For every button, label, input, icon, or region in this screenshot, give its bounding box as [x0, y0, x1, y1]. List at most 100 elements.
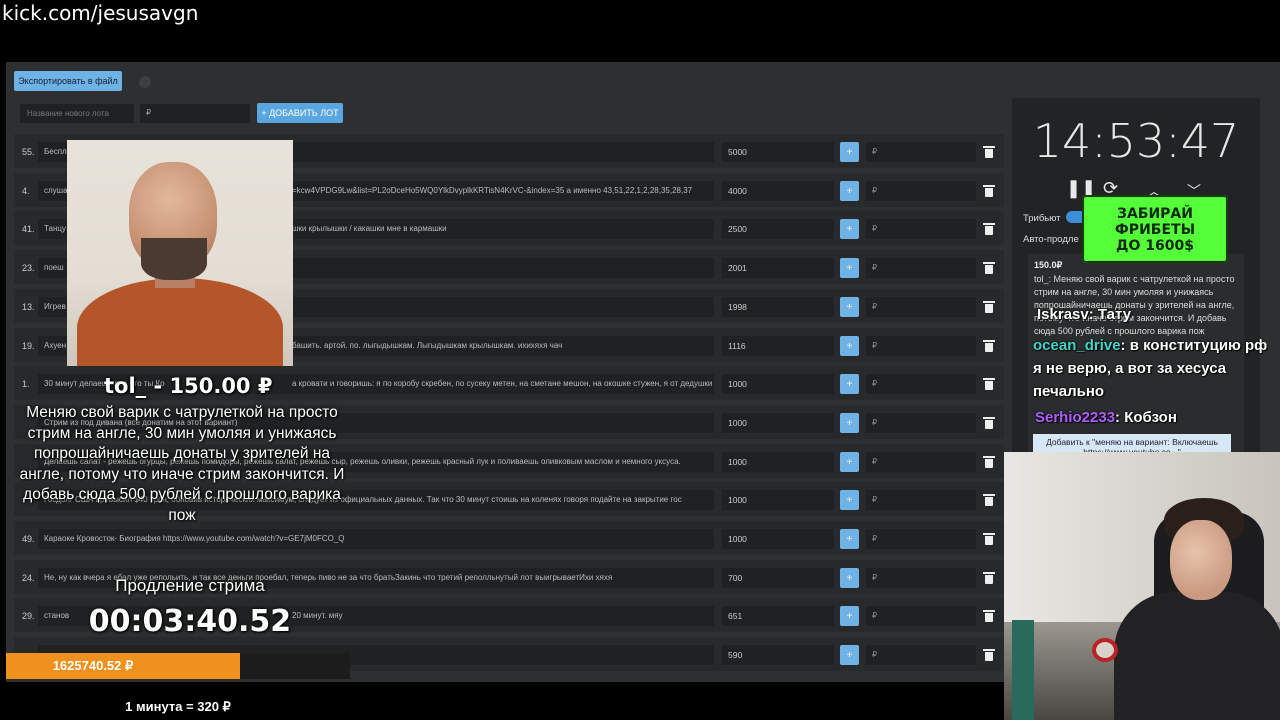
- lot-number: 29.: [22, 611, 35, 621]
- trash-icon[interactable]: [983, 571, 995, 585]
- promo-line-1: ЗАБИРАЙ: [1117, 206, 1193, 222]
- promo-line-2: ФРИБЕТЫ: [1114, 222, 1196, 238]
- lot-name-tail: =kcw4VPDG9Lw&list=PL2oDceHo5WQ0YlkDvyplk…: [292, 186, 693, 195]
- chat-text: : Тату: [1088, 306, 1132, 323]
- lot-add-amount-input[interactable]: ₽: [866, 568, 976, 588]
- export-button[interactable]: Экспортировать в файл: [14, 71, 122, 91]
- lot-add-amount-input[interactable]: ₽: [866, 297, 976, 317]
- lot-name-tail: башить. артой. по. лыгыдышкам. Лыгыдышка…: [292, 341, 563, 350]
- add-amount-button[interactable]: +: [840, 452, 859, 472]
- lot-amount-field[interactable]: 1000: [722, 413, 834, 433]
- lot-number: 41.: [22, 224, 35, 234]
- lot-amount-field[interactable]: 700: [722, 568, 834, 588]
- promo-line-3: ДО 1600$: [1116, 238, 1194, 254]
- lot-add-amount-input[interactable]: ₽: [866, 452, 976, 472]
- lot-add-amount-input[interactable]: ₽: [866, 258, 976, 278]
- trash-icon[interactable]: [983, 532, 995, 546]
- lot-add-amount-input[interactable]: ₽: [866, 413, 976, 433]
- lot-name-text: Танцу: [44, 224, 66, 233]
- tribute-label: Трибьют: [1023, 213, 1061, 224]
- add-amount-button[interactable]: +: [840, 606, 859, 626]
- lot-amount-field[interactable]: 2001: [722, 258, 834, 278]
- streamer-webcam-overlay: [67, 140, 293, 366]
- lot-number: 19.: [22, 341, 35, 351]
- trash-icon[interactable]: [983, 493, 995, 507]
- add-amount-button[interactable]: +: [840, 219, 859, 239]
- chat-nick: Serhio2233: [1035, 409, 1116, 426]
- lot-name-text: Караоке Кровосток- Биография https://www…: [44, 534, 345, 543]
- lot-number: 24.: [22, 573, 35, 583]
- add-lot-button[interactable]: + ДОБАВИТЬ ЛОТ: [257, 103, 343, 123]
- lot-number: 49.: [22, 534, 35, 544]
- lot-amount-field[interactable]: 1000: [722, 490, 834, 510]
- lot-amount-field[interactable]: 590: [722, 645, 834, 665]
- trash-icon[interactable]: [983, 377, 995, 391]
- chat-nick: Iskrasv: [1037, 306, 1089, 323]
- lot-add-amount-input[interactable]: ₽: [866, 374, 976, 394]
- add-amount-button[interactable]: +: [840, 490, 859, 510]
- add-amount-button[interactable]: +: [840, 645, 859, 665]
- lot-amount-field[interactable]: 1000: [722, 374, 834, 394]
- lot-add-amount-input[interactable]: ₽: [866, 529, 976, 549]
- lot-number: 13.: [22, 302, 35, 312]
- trash-icon[interactable]: [983, 222, 995, 236]
- trash-icon[interactable]: [983, 416, 995, 430]
- status-dot: [139, 76, 151, 88]
- lot-add-amount-input[interactable]: ₽: [866, 219, 976, 239]
- lot-name-text: Игрев: [44, 302, 66, 311]
- donation-total-amount: 1625740.52 ₽: [52, 658, 134, 673]
- lot-add-amount-input[interactable]: ₽: [866, 490, 976, 510]
- add-amount-button[interactable]: +: [840, 258, 859, 278]
- donation-alert-title: tol_ - 150.00 ₽: [104, 374, 273, 398]
- lot-amount-field[interactable]: 5000: [722, 142, 834, 162]
- add-amount-button[interactable]: +: [840, 142, 859, 162]
- lot-number: 1.: [22, 379, 30, 389]
- chat-text: : Кобзон: [1115, 409, 1177, 426]
- new-lot-price-input[interactable]: ₽: [140, 104, 250, 123]
- add-amount-button[interactable]: +: [840, 297, 859, 317]
- add-amount-button[interactable]: +: [840, 181, 859, 201]
- lot-number: 23.: [22, 263, 35, 273]
- extension-label: Продление стрима: [115, 576, 265, 595]
- chat-message: Iskrasv: Тату: [1037, 306, 1131, 323]
- trash-icon[interactable]: [983, 145, 995, 159]
- lot-number: 55.: [22, 147, 35, 157]
- lot-name-tail: шки крылышки / какашки мне в кармашки: [292, 224, 447, 233]
- trash-icon[interactable]: [983, 300, 995, 314]
- donation-card-price: 150.0₽: [1034, 260, 1063, 270]
- trash-icon[interactable]: [983, 261, 995, 275]
- lot-name-text: станов: [44, 611, 70, 620]
- lot-name-field[interactable]: Караоке Кровосток- Биография https://www…: [38, 529, 714, 549]
- add-to-variant-button[interactable]: Добавить к "меняю на вариант: Включаешь …: [1033, 434, 1231, 457]
- add-amount-button[interactable]: +: [840, 336, 859, 356]
- trash-icon[interactable]: [983, 455, 995, 469]
- streamer-webcam: [1004, 452, 1280, 720]
- lot-add-amount-input[interactable]: ₽: [866, 645, 976, 665]
- lot-add-amount-input[interactable]: ₽: [866, 336, 976, 356]
- add-amount-button[interactable]: +: [840, 374, 859, 394]
- lot-amount-field[interactable]: 1116: [722, 336, 834, 356]
- lot-amount-field[interactable]: 651: [722, 606, 834, 626]
- lot-add-amount-input[interactable]: ₽: [866, 181, 976, 201]
- add-amount-button[interactable]: +: [840, 529, 859, 549]
- lot-name-tail: а кровати и говоришь: я по коробу скребе…: [292, 379, 714, 388]
- promo-banner[interactable]: ЗАБИРАЙ ФРИБЕТЫ ДО 1600$: [1082, 195, 1228, 263]
- lot-amount-field[interactable]: 2500: [722, 219, 834, 239]
- auction-clock: 14:53:47: [1032, 114, 1240, 168]
- lot-row: 49. Караоке Кровосток- Биография https://…: [14, 521, 1004, 555]
- trash-icon[interactable]: [983, 184, 995, 198]
- lot-amount-field[interactable]: 1000: [722, 452, 834, 472]
- lot-amount-field[interactable]: 1998: [722, 297, 834, 317]
- chat-message: Serhio2233: Кобзон: [1035, 409, 1177, 426]
- auto-extend-label: Авто-продле: [1023, 234, 1079, 245]
- trash-icon[interactable]: [983, 609, 995, 623]
- new-lot-name-input[interactable]: Название нового лота: [20, 104, 134, 123]
- lot-add-amount-input[interactable]: ₽: [866, 606, 976, 626]
- trash-icon[interactable]: [983, 648, 995, 662]
- add-amount-button[interactable]: +: [840, 413, 859, 433]
- lot-amount-field[interactable]: 4000: [722, 181, 834, 201]
- trash-icon[interactable]: [983, 339, 995, 353]
- lot-amount-field[interactable]: 1000: [722, 529, 834, 549]
- add-amount-button[interactable]: +: [840, 568, 859, 588]
- lot-add-amount-input[interactable]: ₽: [866, 142, 976, 162]
